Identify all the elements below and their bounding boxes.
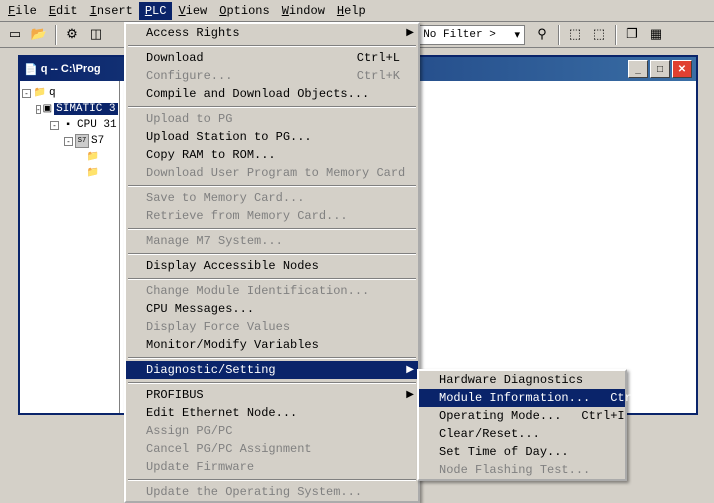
tree-expander[interactable]: - [36,105,41,114]
submenu-arrow-icon: ▶ [406,389,414,401]
project-icon: 📁 [33,86,47,100]
mi-cpu-messages[interactable]: CPU Messages... [126,300,418,318]
child-title: q -- C:\Prog [41,63,101,75]
folder-icon: 📁 [86,166,100,180]
submenu-arrow-icon: ▶ [406,364,414,376]
tree-s7[interactable]: S7 [91,135,104,147]
project-tree[interactable]: -📁q -▣SIMATIC 3 -▪CPU 31 -S7S7 📁 📁 [20,81,120,413]
mi-access-rights[interactable]: Access Rights▶ [126,24,418,42]
mi-update-firmware: Update Firmware [126,458,418,476]
mi-copy-ram-rom[interactable]: Copy RAM to ROM... [126,146,418,164]
mi-profibus[interactable]: PROFIBUS▶ [126,386,418,404]
menu-help[interactable]: Help [331,2,372,20]
mi-assign-pgpc: Assign PG/PC [126,422,418,440]
tool-new[interactable]: ▭ [4,24,26,46]
submenu-arrow-icon: ▶ [406,27,414,39]
mi-diagnostic-setting[interactable]: Diagnostic/Setting▶ [126,361,418,379]
tool-cascade[interactable]: ❐ [621,24,643,46]
plc-dropdown-menu: Access Rights▶ DownloadCtrl+L Configure.… [124,22,420,503]
mi-update-os: Update the Operating System... [126,483,418,501]
s7-icon: S7 [75,134,89,148]
mi-display-nodes[interactable]: Display Accessible Nodes [126,257,418,275]
menu-view[interactable]: View [172,2,213,20]
mi-upload-pg: Upload to PG [126,110,418,128]
tool-network[interactable]: ⚙ [61,24,83,46]
mi-display-force: Display Force Values [126,318,418,336]
folder-icon: 📁 [86,150,100,164]
app-icon: 📄 [24,63,38,76]
menu-edit[interactable]: Edit [43,2,84,20]
tree-expander[interactable]: - [22,89,31,98]
mi-configure: Configure...Ctrl+K [126,67,418,85]
mi-save-memcard: Save to Memory Card... [126,189,418,207]
tree-station[interactable]: SIMATIC 3 [54,103,117,115]
mi-change-module-id: Change Module Identification... [126,282,418,300]
tool-nodes[interactable]: ◫ [85,24,107,46]
smi-set-time[interactable]: Set Time of Day... [419,443,625,461]
mi-retrieve-memcard: Retrieve from Memory Card... [126,207,418,225]
tree-expander[interactable]: - [50,121,59,130]
menu-window[interactable]: Window [276,2,331,20]
cpu-icon: ▪ [61,118,75,132]
mi-manage-m7: Manage M7 System... [126,232,418,250]
mi-upload-station[interactable]: Upload Station to PG... [126,128,418,146]
menu-insert[interactable]: Insert [84,2,139,20]
mi-cancel-pgpc: Cancel PG/PC Assignment [126,440,418,458]
mi-dl-user-program: Download User Program to Memory Card [126,164,418,182]
tool-icon1[interactable]: ⬚ [564,24,586,46]
maximize-button[interactable]: □ [650,60,670,78]
minimize-button[interactable]: _ [628,60,648,78]
close-button[interactable]: ✕ [672,60,692,78]
menu-file[interactable]: FFileile [2,2,43,20]
smi-node-flash: Node Flashing Test... [419,461,625,479]
menubar: FFileile Edit Insert PLC View Options Wi… [0,0,714,22]
smi-operating-mode[interactable]: Operating Mode...Ctrl+I [419,407,625,425]
menu-options[interactable]: Options [213,2,275,20]
menu-plc[interactable]: PLC [139,2,173,20]
smi-clear-reset[interactable]: Clear/Reset... [419,425,625,443]
mi-compile-download[interactable]: Compile and Download Objects... [126,85,418,103]
tool-open[interactable]: 📂 [28,24,50,46]
tree-expander[interactable]: - [64,137,73,146]
filter-dropdown[interactable]: < No Filter > ▾ [405,25,525,45]
mi-download[interactable]: DownloadCtrl+L [126,49,418,67]
tool-icon2[interactable]: ⬚ [588,24,610,46]
smi-module-info[interactable]: Module Information...Ctrl+D [419,389,625,407]
tree-cpu[interactable]: CPU 31 [77,119,117,131]
mi-monitor-modify[interactable]: Monitor/Modify Variables [126,336,418,354]
tool-tile[interactable]: ▦ [645,24,667,46]
station-icon: ▣ [43,102,52,116]
tool-filter[interactable]: ⚲ [531,24,553,46]
smi-hardware-diag[interactable]: Hardware Diagnostics [419,371,625,389]
diagnostic-submenu: Hardware Diagnostics Module Information.… [417,369,627,481]
mi-edit-ethernet[interactable]: Edit Ethernet Node... [126,404,418,422]
filter-value: < No Filter > [410,29,496,41]
tree-root[interactable]: q [49,87,56,99]
